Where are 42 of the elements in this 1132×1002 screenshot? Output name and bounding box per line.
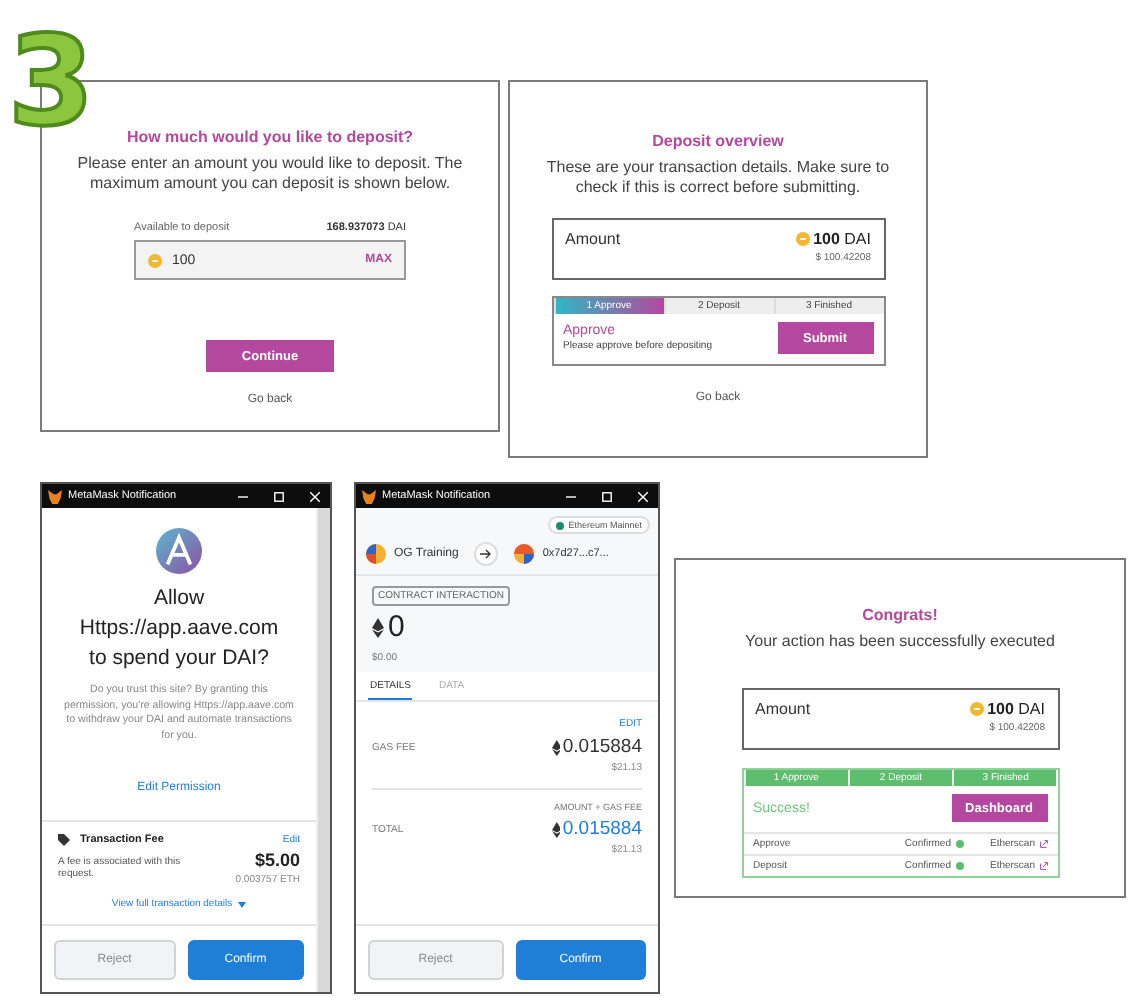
status-dot-icon [955, 862, 963, 870]
coin-icon [795, 232, 810, 246]
avatar-icon [366, 544, 386, 564]
logo-icon [156, 528, 202, 574]
dialog-heading: to spend your DAI? [87, 644, 271, 674]
total-value: 0.015884 [562, 818, 642, 840]
avatar-icon [514, 544, 535, 564]
tag-icon [58, 834, 70, 846]
coin-icon [148, 253, 162, 267]
amount-value: 100 DAI [987, 700, 1045, 718]
card-title: Deposit overview [652, 132, 784, 150]
card-description: Your action has been successfully executed [743, 632, 1057, 652]
maximize-icon[interactable] [602, 491, 612, 501]
ethereum-icon [551, 821, 561, 837]
fox-icon [362, 489, 376, 503]
card-title: How much would you like to deposit? [126, 128, 414, 146]
ethereum-icon [372, 618, 384, 638]
card-description: These are your transaction details. Make sure to check if this is correct before submitting. [544, 158, 892, 198]
card-title: Congrats! [862, 606, 938, 624]
minimize-icon[interactable] [566, 491, 576, 501]
coin-icon [969, 702, 984, 716]
dialog-heading: Https://app.aave.com [79, 614, 279, 644]
status-dot-icon [955, 840, 963, 848]
close-icon[interactable] [310, 491, 320, 501]
close-icon[interactable] [638, 491, 648, 501]
caret-icon [238, 901, 247, 907]
dialog-heading: Allow [151, 584, 207, 614]
external-link-icon [1039, 840, 1047, 848]
status-dot-icon [556, 521, 565, 529]
amount-label: Amount [565, 230, 621, 252]
external-link-icon [1039, 862, 1047, 870]
amount-value: 100 DAI [813, 230, 871, 248]
fee-usd: $5.00 [254, 850, 300, 870]
ethereum-icon [551, 739, 561, 755]
gas-fee-value: 0.015884 [562, 736, 642, 758]
amount-value: 0 [388, 612, 405, 644]
minimize-icon[interactable] [238, 491, 248, 501]
maximize-icon[interactable] [274, 491, 284, 501]
scrollbar[interactable] [316, 508, 330, 992]
amount-label: Amount [755, 700, 811, 722]
card-description: Please enter an amount you would like to deposit. The maximum amount you can deposit is shown below. [75, 154, 465, 194]
fox-icon [48, 489, 62, 503]
